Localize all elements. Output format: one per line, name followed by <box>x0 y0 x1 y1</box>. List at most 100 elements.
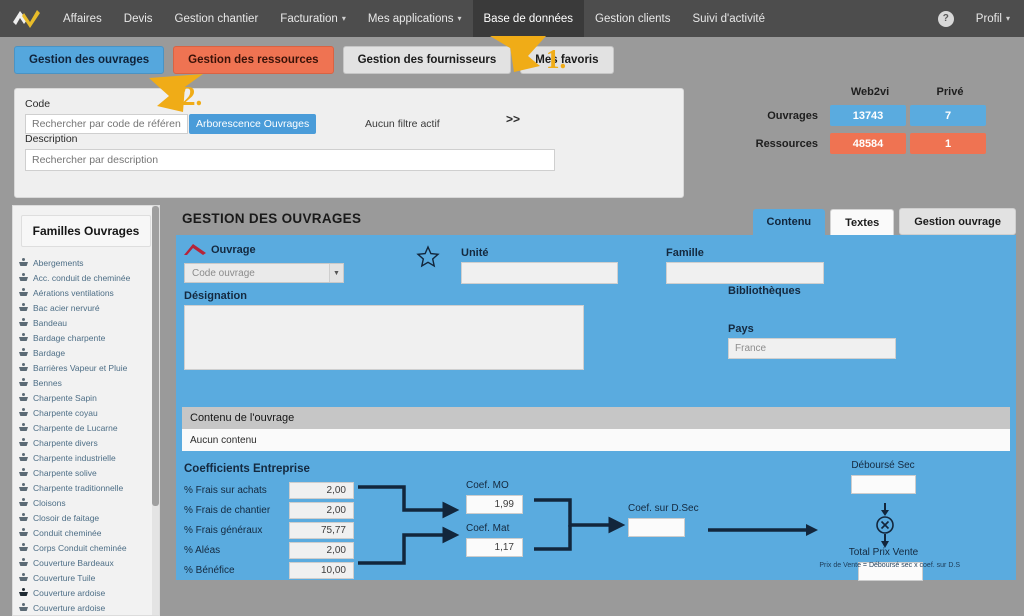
sidebar-item[interactable]: Charpente coyau <box>13 405 159 420</box>
sidebar-item-label: Charpente divers <box>33 437 98 448</box>
sidebar-item[interactable]: Cloisons <box>13 495 159 510</box>
favorite-star-icon[interactable] <box>416 245 440 269</box>
nav-item-affaires[interactable]: Affaires <box>52 0 113 37</box>
callout-number-one: 1. <box>546 44 567 74</box>
nav-item-devis[interactable]: Devis <box>113 0 164 37</box>
coef-row-frais-chantier: % Frais de chantier <box>184 502 354 519</box>
sidebar-scrollbar-thumb[interactable] <box>152 206 159 506</box>
sidebar-item[interactable]: Bennes <box>13 375 159 390</box>
sidebar-item[interactable]: Closoir de faitage <box>13 510 159 525</box>
unite-input[interactable] <box>461 262 618 284</box>
tab-gestion-des-ressources[interactable]: Gestion des ressources <box>173 46 334 74</box>
profile-menu[interactable]: Profil ▾ <box>976 13 1010 25</box>
nav-item-facturation[interactable]: Facturation ▾ <box>269 0 357 37</box>
tab-label: Contenu <box>766 216 812 228</box>
arborescence-ouvrages-button[interactable]: Arborescence Ouvrages <box>189 114 317 134</box>
stats-row-ressources: Ressources 48584 1 <box>700 133 1010 154</box>
family-folder-icon <box>19 288 28 297</box>
expand-filters-icon[interactable]: >> <box>506 112 520 126</box>
nav-item-suivi-activite[interactable]: Suivi d'activité <box>681 0 776 37</box>
tab-label: Textes <box>845 216 880 229</box>
family-folder-icon <box>19 588 28 597</box>
tab-mes-favoris[interactable]: Mes favoris <box>520 46 614 74</box>
stats-row-ouvrages: Ouvrages 13743 7 <box>700 105 1010 126</box>
sidebar-item[interactable]: Acc. conduit de cheminée <box>13 270 159 285</box>
family-folder-icon <box>19 318 28 327</box>
sidebar-item[interactable]: Bandeau <box>13 315 159 330</box>
sidebar-item-label: Cloisons <box>33 497 66 508</box>
sidebar-item[interactable]: Charpente solive <box>13 465 159 480</box>
debourse-sec-input[interactable] <box>850 475 916 494</box>
nav-item-label: Facturation <box>280 12 338 25</box>
coef-mo-group: Coef. MO <box>466 480 523 514</box>
coef-input-frais-chantier[interactable] <box>289 502 354 519</box>
tab-gestion-des-fournisseurs[interactable]: Gestion des fournisseurs <box>342 46 512 74</box>
coef-label: % Frais sur achats <box>184 485 267 496</box>
sidebar-item[interactable]: Couverture ardoise <box>13 600 159 615</box>
coef-input-benefice[interactable] <box>289 562 354 579</box>
help-icon[interactable]: ? <box>937 10 954 27</box>
sidebar-item[interactable]: Barrières Vapeur et Pluie <box>13 360 159 375</box>
family-folder-icon <box>19 453 28 462</box>
famille-input[interactable] <box>666 262 824 284</box>
sidebar-item[interactable]: Charpente divers <box>13 435 159 450</box>
sidebar-item[interactable]: Bardage charpente <box>13 330 159 345</box>
gestion-ouvrage-button[interactable]: Gestion ouvrage <box>899 208 1016 235</box>
code-ouvrage-select[interactable]: Code ouvrage ▼ <box>184 263 344 283</box>
sidebar-item[interactable]: Charpente industrielle <box>13 450 159 465</box>
sidebar-item[interactable]: Bac acier nervuré <box>13 300 159 315</box>
coef-input-frais-achats[interactable] <box>289 482 354 499</box>
pays-input[interactable] <box>728 338 896 359</box>
tab-label: Gestion des ressources <box>188 54 319 66</box>
coef-row-frais-generaux: % Frais généraux <box>184 522 354 539</box>
sidebar-item[interactable]: Couverture ardoise <box>13 585 159 600</box>
stats-ouvrages-web2vi[interactable]: 13743 <box>830 105 906 126</box>
designation-textarea[interactable] <box>184 305 584 370</box>
coef-dsec-input[interactable] <box>628 518 685 537</box>
help-label: ? <box>942 13 949 24</box>
tab-gestion-des-ouvrages[interactable]: Gestion des ouvrages <box>14 46 165 74</box>
tab-textes[interactable]: Textes <box>830 209 895 235</box>
sidebar-item[interactable]: Bardage <box>13 345 159 360</box>
sidebar-item-label: Bandeau <box>33 317 68 328</box>
stats-ressources-prive[interactable]: 1 <box>910 133 986 154</box>
sidebar-item-label: Acc. conduit de cheminée <box>33 272 131 283</box>
coef-label: % Bénéfice <box>184 565 235 576</box>
search-description-input[interactable] <box>25 149 555 171</box>
sidebar-item[interactable]: Aérations ventilations <box>13 285 159 300</box>
nav-item-mes-applications[interactable]: Mes applications ▾ <box>357 0 473 37</box>
sidebar-item[interactable]: Corps Conduit cheminée <box>13 540 159 555</box>
callout-number-two: 2. <box>182 81 203 111</box>
coef-mo-label: Coef. MO <box>466 480 509 491</box>
total-prix-vente-label: Total Prix Vente <box>848 547 919 558</box>
tab-contenu[interactable]: Contenu <box>752 209 826 235</box>
sidebar-item[interactable]: Charpente de Lucarne <box>13 420 159 435</box>
nav-item-gestion-chantier[interactable]: Gestion chantier <box>164 0 270 37</box>
coef-mo-input[interactable] <box>466 495 523 514</box>
nav-item-base-de-donnees[interactable]: Base de données <box>472 0 585 37</box>
coef-input-aleas[interactable] <box>289 542 354 559</box>
family-folder-icon <box>19 303 28 312</box>
tab-label: Mes favoris <box>535 54 599 66</box>
sidebar-item-label: Charpente de Lucarne <box>33 422 118 433</box>
sidebar-item[interactable]: Abergements <box>13 255 159 270</box>
sidebar-item[interactable]: Charpente Sapin <box>13 390 159 405</box>
unite-label: Unité <box>461 247 489 259</box>
sidebar-item[interactable]: Couverture Bardeaux <box>13 555 159 570</box>
coef-mat-input[interactable] <box>466 538 523 557</box>
stats-ressources-web2vi[interactable]: 48584 <box>830 133 906 154</box>
stats-ouvrages-prive[interactable]: 7 <box>910 105 986 126</box>
nav-item-gestion-clients[interactable]: Gestion clients <box>584 0 681 37</box>
sidebar-item[interactable]: Charpente traditionnelle <box>13 480 159 495</box>
page-title: GESTION DES OUVRAGES <box>182 211 362 226</box>
nav-item-label: Mes applications <box>367 12 454 25</box>
famille-label: Famille <box>666 247 704 259</box>
app-logo[interactable] <box>0 0 52 37</box>
designation-label: Désignation <box>184 290 247 302</box>
sidebar-item-label: Bennes <box>33 377 62 388</box>
sidebar-scrollbar[interactable] <box>152 206 159 615</box>
sidebar-item[interactable]: Conduit cheminée <box>13 525 159 540</box>
coef-input-frais-generaux[interactable] <box>289 522 354 539</box>
sidebar-item[interactable]: Couverture Tuile <box>13 570 159 585</box>
search-code-input[interactable] <box>25 114 188 134</box>
